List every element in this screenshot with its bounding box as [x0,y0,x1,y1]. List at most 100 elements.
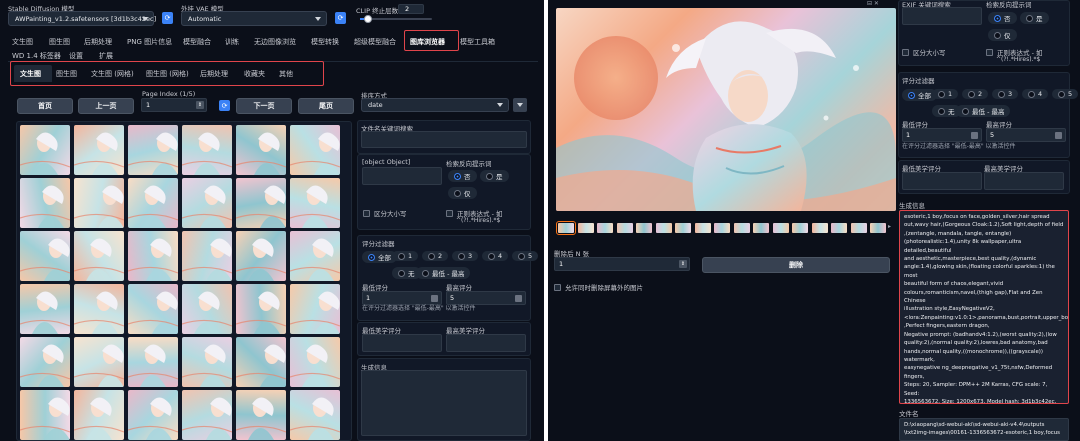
tab-super-merger[interactable]: 超级模型融合 [354,37,396,47]
tab-img2img[interactable]: 图生图 [49,37,70,47]
page-index-input[interactable]: 1 ⇕ [141,98,207,112]
gallery-thumbnail[interactable] [236,284,286,334]
strip-thumbnail[interactable] [597,223,613,233]
tab-infinite-image-browsing[interactable]: 无边图像浏览 [254,37,296,47]
allow-delete-outside-checkbox[interactable]: 允许同时删除屏幕外的图片 [554,282,643,292]
gen-info-textarea-right[interactable]: esoteric,1 boy,focus on face,golden_silv… [899,210,1069,404]
gallery-thumbnail[interactable] [20,337,70,387]
case-sensitive-checkbox-right[interactable]: 区分大小写 [902,47,946,57]
min-aesthetic-input[interactable] [362,334,442,352]
subtab-img2img-grid[interactable]: 图生图 (网格) [146,69,189,79]
filename-field[interactable]: D:\xiaopang\sd-webui-aki\sd-webui-aki-v4… [899,418,1069,441]
tab-extras[interactable]: 后期处理 [84,37,112,47]
strip-thumbnail[interactable] [850,223,867,233]
tab-checkpoint-merger[interactable]: 模型融合 [183,37,211,47]
delete-button[interactable]: 删除 [702,257,890,273]
neg-search-no[interactable]: 否 [448,170,477,182]
exif-search-input-right[interactable] [902,7,982,25]
last-page-button[interactable]: 尾页 [298,98,354,114]
gallery-thumbnail[interactable] [74,390,124,440]
rating-right-option[interactable]: 4 [1022,89,1049,99]
strip-thumbnail[interactable] [714,223,730,233]
min-rating-toggle-right[interactable] [971,132,978,139]
sort-direction-button[interactable] [513,98,527,112]
gallery-thumbnail[interactable] [290,125,340,175]
tab-png-info[interactable]: PNG 图片信息 [127,37,172,47]
rating-option[interactable]: 5 [512,251,539,261]
rating-right-option[interactable]: 5 [1052,89,1079,99]
neg-search-yes[interactable]: 是 [480,170,509,182]
strip-thumbnail[interactable] [733,223,750,233]
gallery-thumbnail[interactable] [20,178,70,228]
gallery-thumbnail[interactable] [128,178,178,228]
strip-thumbnail[interactable] [792,223,808,233]
rating-option[interactable]: 1 [392,251,419,261]
strip-scroll-icon[interactable]: ▸ [888,223,894,233]
neg-search-yes-right[interactable]: 是 [1020,12,1049,24]
rating-option[interactable]: 4 [482,251,509,261]
max-aesthetic-input[interactable] [446,334,526,352]
gallery-thumbnail[interactable] [290,178,340,228]
neg-search-only-right[interactable]: 仅 [988,29,1017,41]
gallery-thumbnail[interactable] [128,284,178,334]
gallery-thumbnail[interactable] [182,178,232,228]
strip-thumbnail-selected[interactable] [556,221,576,235]
gallery-thumbnail[interactable] [128,337,178,387]
prev-page-button[interactable]: 上一页 [78,98,134,114]
strip-thumbnail[interactable] [772,223,789,233]
stepper-icon[interactable]: ⇕ [679,260,687,268]
tab-extensions[interactable]: 扩展 [99,51,113,61]
gallery-thumbnail[interactable] [236,390,286,440]
tab-train[interactable]: 训练 [225,37,239,47]
tab-wd14-tagger[interactable]: WD 1.4 标签器 [12,51,61,61]
filename-search-input[interactable] [361,131,527,148]
preview-image[interactable] [556,8,896,211]
subtab-img2img[interactable]: 图生图 [56,69,77,79]
vae-select[interactable]: Automatic [181,11,327,26]
gallery-thumbnail[interactable] [182,390,232,440]
strip-thumbnail[interactable] [831,223,847,233]
gallery-thumbnail[interactable] [290,284,340,334]
tab-settings[interactable]: 设置 [69,51,83,61]
gallery-thumbnail[interactable] [74,337,124,387]
subtab-txt2img-grid[interactable]: 文生图 (网格) [91,69,134,79]
case-sensitive-checkbox[interactable]: 区分大小写 [363,208,407,218]
subtab-extras[interactable]: 后期处理 [200,69,228,79]
refresh-vae-icon[interactable]: ⟳ [335,12,346,24]
max-rating-toggle[interactable] [515,295,522,302]
strip-thumbnail[interactable] [655,223,672,233]
gallery-thumbnail[interactable] [236,125,286,175]
strip-thumbnail[interactable] [636,223,652,233]
stepper-icon[interactable]: ⇕ [196,101,204,109]
min-rating-input-right[interactable]: 1 [902,128,982,142]
refresh-model-icon[interactable]: ⟳ [162,12,173,24]
gallery-thumbnail[interactable] [128,231,178,281]
gallery-thumbnail[interactable] [236,178,286,228]
gallery-thumbnail[interactable] [182,284,232,334]
strip-thumbnail[interactable] [870,223,886,233]
clip-skip-input[interactable]: 2 [398,4,424,14]
max-rating-input-right[interactable]: 5 [986,128,1066,142]
strip-thumbnail[interactable] [811,223,828,233]
clip-skip-slider[interactable] [360,15,432,23]
strip-thumbnail[interactable] [616,223,633,233]
gallery-thumbnail[interactable] [20,390,70,440]
rating-right-option[interactable]: 最低 - 最高 [956,105,1011,117]
gallery-thumbnail[interactable] [20,231,70,281]
strip-thumbnail[interactable] [675,223,691,233]
sort-select[interactable]: date [361,98,509,112]
neg-search-no-right[interactable]: 否 [988,12,1017,24]
tab-image-browser[interactable]: 图库浏览器 [410,37,445,47]
exif-search-input[interactable] [362,167,442,185]
strip-thumbnail[interactable] [694,223,711,233]
min-rating-toggle[interactable] [431,295,438,302]
clip-skip-slider-handle[interactable] [364,15,372,23]
first-page-button[interactable]: 首页 [17,98,73,114]
tab-txt2img[interactable]: 文生图 [12,37,33,47]
max-aesthetic-input-right[interactable] [984,172,1064,190]
gallery-thumbnail[interactable] [182,125,232,175]
rating-right-option[interactable]: 1 [932,89,959,99]
delete-next-input[interactable]: 1 ⇕ [554,257,690,271]
gallery-thumbnail[interactable] [128,390,178,440]
next-page-button[interactable]: 下一页 [236,98,292,114]
